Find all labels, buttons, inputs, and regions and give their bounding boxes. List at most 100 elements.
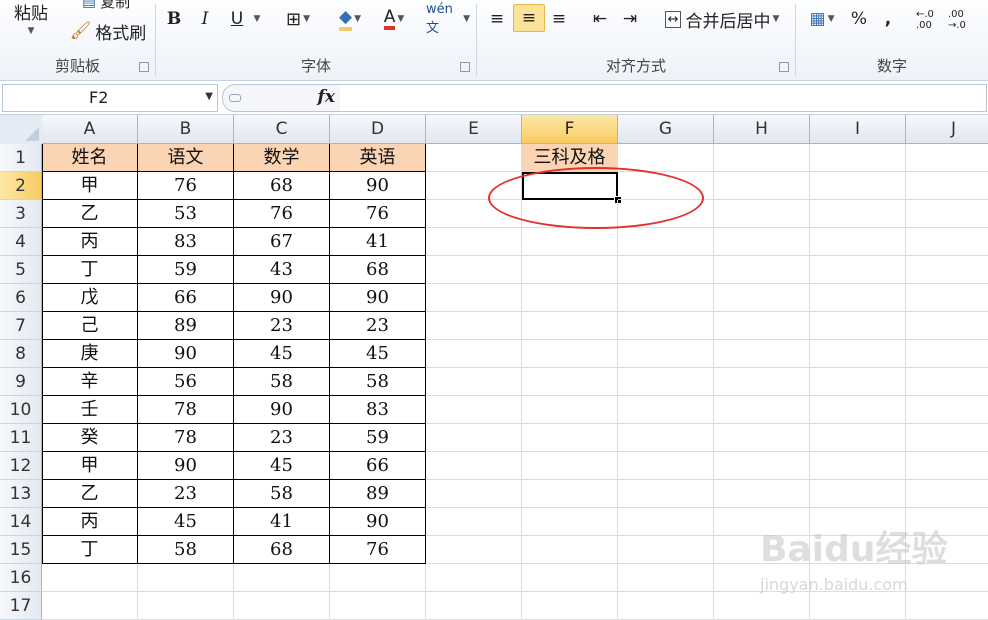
column-header-f[interactable]: F [522, 115, 618, 144]
cell-e11[interactable] [426, 424, 522, 452]
cell-e17[interactable] [426, 592, 522, 620]
column-header-h[interactable]: H [714, 115, 810, 144]
cell-f9[interactable] [522, 368, 618, 396]
cell-i12[interactable] [810, 452, 906, 480]
cell-g4[interactable] [618, 228, 714, 256]
cell-b13[interactable]: 23 [138, 480, 234, 508]
cell-d16[interactable] [330, 564, 426, 592]
column-header-g[interactable]: G [618, 115, 714, 144]
decrease-indent-icon[interactable]: ⇤ [587, 6, 613, 32]
cell-c17[interactable] [234, 592, 330, 620]
cell-d2[interactable]: 90 [330, 172, 426, 200]
cell-d3[interactable]: 76 [330, 200, 426, 228]
cell-g5[interactable] [618, 256, 714, 284]
cell-c1[interactable]: 数学 [234, 144, 330, 172]
row-header-16[interactable]: 16 [0, 564, 42, 592]
clipboard-launcher-icon[interactable] [139, 62, 149, 72]
column-header-e[interactable]: E [426, 115, 522, 144]
comma-button[interactable]: , [876, 6, 900, 32]
cell-f3[interactable] [522, 200, 618, 228]
format-painter-button[interactable]: 🖌 格式刷 [66, 18, 150, 44]
underline-button[interactable]: U [224, 6, 250, 32]
fill-color-button[interactable]: ◆ ▼ [330, 6, 370, 32]
borders-button[interactable]: ⊞ ▼ [278, 6, 318, 32]
cell-a16[interactable] [42, 564, 138, 592]
cell-d12[interactable]: 66 [330, 452, 426, 480]
row-header-3[interactable]: 3 [0, 200, 42, 228]
cell-e10[interactable] [426, 396, 522, 424]
cell-a4[interactable]: 丙 [42, 228, 138, 256]
cell-e9[interactable] [426, 368, 522, 396]
cell-g16[interactable] [618, 564, 714, 592]
align-left-icon[interactable]: ≡ [483, 6, 511, 32]
cell-d15[interactable]: 76 [330, 536, 426, 564]
cell-b1[interactable]: 语文 [138, 144, 234, 172]
cell-d8[interactable]: 45 [330, 340, 426, 368]
cell-f17[interactable] [522, 592, 618, 620]
cell-h11[interactable] [714, 424, 810, 452]
cell-i7[interactable] [810, 312, 906, 340]
cell-c15[interactable]: 68 [234, 536, 330, 564]
cell-a12[interactable]: 甲 [42, 452, 138, 480]
row-header-5[interactable]: 5 [0, 256, 42, 284]
column-header-c[interactable]: C [234, 115, 330, 144]
cell-a11[interactable]: 癸 [42, 424, 138, 452]
name-box[interactable]: F2 ▼ [2, 84, 218, 112]
cell-h5[interactable] [714, 256, 810, 284]
cell-j11[interactable] [906, 424, 988, 452]
cell-a14[interactable]: 丙 [42, 508, 138, 536]
cell-a8[interactable]: 庚 [42, 340, 138, 368]
cell-a7[interactable]: 己 [42, 312, 138, 340]
cell-c14[interactable]: 41 [234, 508, 330, 536]
cell-c9[interactable]: 58 [234, 368, 330, 396]
cell-a13[interactable]: 乙 [42, 480, 138, 508]
cell-f12[interactable] [522, 452, 618, 480]
column-header-i[interactable]: I [810, 115, 906, 144]
cell-f15[interactable] [522, 536, 618, 564]
cell-f16[interactable] [522, 564, 618, 592]
cell-h9[interactable] [714, 368, 810, 396]
cell-i9[interactable] [810, 368, 906, 396]
cell-i3[interactable] [810, 200, 906, 228]
cell-g6[interactable] [618, 284, 714, 312]
paste-dropdown-icon[interactable]: ▼ [22, 24, 38, 38]
font-color-button[interactable]: A ▼ [374, 6, 414, 32]
cell-f11[interactable] [522, 424, 618, 452]
cell-j6[interactable] [906, 284, 988, 312]
cell-e5[interactable] [426, 256, 522, 284]
row-header-2[interactable]: 2 [0, 172, 42, 200]
cell-e13[interactable] [426, 480, 522, 508]
cell-f8[interactable] [522, 340, 618, 368]
select-all-corner[interactable] [0, 115, 43, 145]
cell-c5[interactable]: 43 [234, 256, 330, 284]
bold-button[interactable]: B [162, 6, 186, 32]
cell-c11[interactable]: 23 [234, 424, 330, 452]
cell-d4[interactable]: 41 [330, 228, 426, 256]
cell-g8[interactable] [618, 340, 714, 368]
cell-g15[interactable] [618, 536, 714, 564]
cell-h1[interactable] [714, 144, 810, 172]
cell-e4[interactable] [426, 228, 522, 256]
align-center-icon[interactable]: ≡ [513, 4, 545, 32]
cell-e16[interactable] [426, 564, 522, 592]
cell-g3[interactable] [618, 200, 714, 228]
cell-b15[interactable]: 58 [138, 536, 234, 564]
cell-i10[interactable] [810, 396, 906, 424]
cell-f5[interactable] [522, 256, 618, 284]
cell-c16[interactable] [234, 564, 330, 592]
cell-f10[interactable] [522, 396, 618, 424]
row-header-8[interactable]: 8 [0, 340, 42, 368]
cell-a2[interactable]: 甲 [42, 172, 138, 200]
cell-h13[interactable] [714, 480, 810, 508]
cell-j13[interactable] [906, 480, 988, 508]
cell-i5[interactable] [810, 256, 906, 284]
row-header-4[interactable]: 4 [0, 228, 42, 256]
cell-j9[interactable] [906, 368, 988, 396]
cell-h2[interactable] [714, 172, 810, 200]
cell-e3[interactable] [426, 200, 522, 228]
cell-d10[interactable]: 83 [330, 396, 426, 424]
cell-f1[interactable]: 三科及格 [522, 144, 618, 172]
cell-h10[interactable] [714, 396, 810, 424]
row-header-6[interactable]: 6 [0, 284, 42, 312]
formula-input[interactable] [340, 84, 987, 112]
